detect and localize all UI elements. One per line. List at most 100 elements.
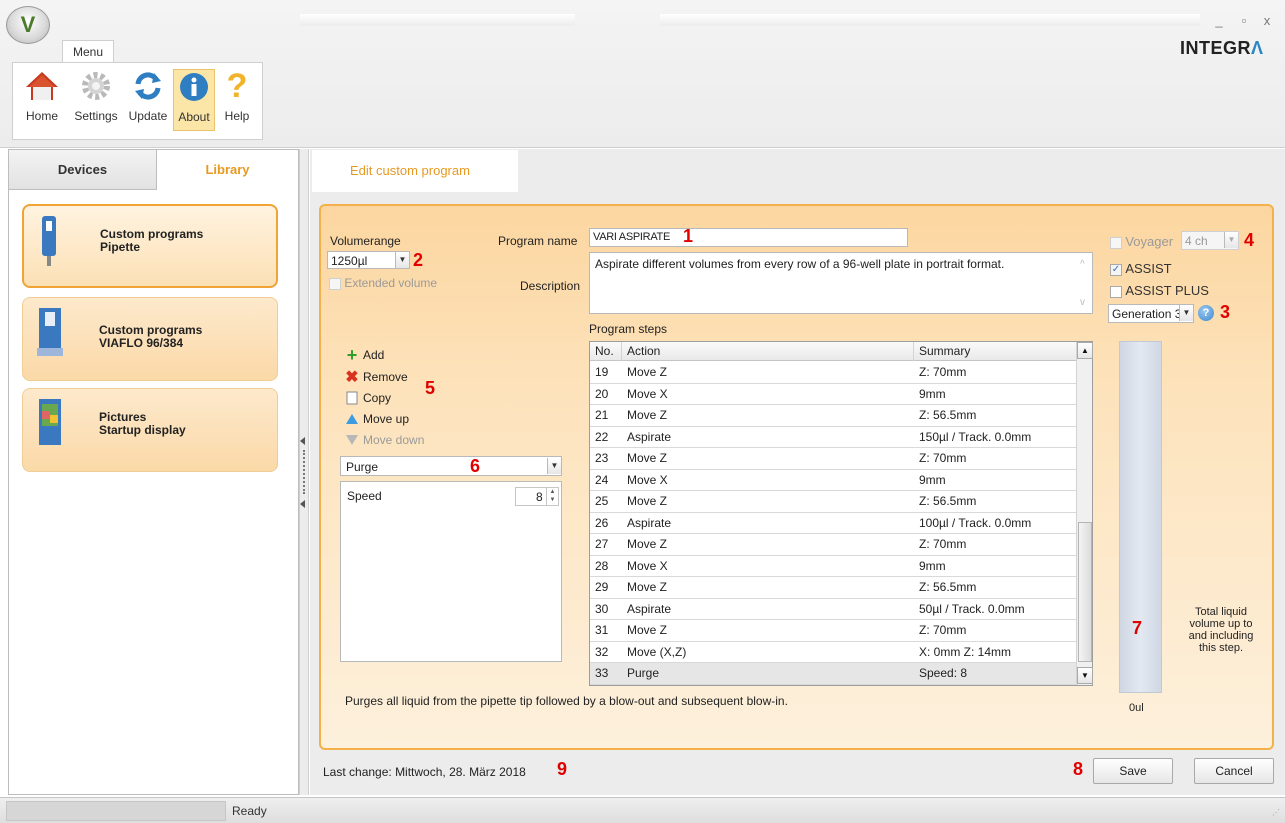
cell-summary: Z: 56.5mm	[919, 494, 977, 508]
library-card-pictures[interactable]: Pictures Startup display	[22, 388, 278, 472]
add-step-button[interactable]: + Add	[345, 344, 385, 365]
close-button[interactable]: x	[1258, 14, 1276, 28]
column-summary[interactable]: Summary	[914, 342, 1076, 361]
stepper-arrows-icon[interactable]: ▲ ▼	[546, 488, 558, 505]
cell-no: 22	[595, 429, 609, 444]
table-row[interactable]: 33 Purge Speed: 8	[590, 663, 1076, 685]
table-row[interactable]: 31 Move Z Z: 70mm	[590, 620, 1076, 642]
cell-action: Move X	[627, 558, 668, 573]
description-label: Description	[520, 279, 581, 293]
cell-summary: Speed: 8	[919, 666, 968, 680]
collapse-left-icon[interactable]	[300, 437, 305, 445]
annotation-2: 2	[413, 250, 424, 270]
ribbon-home-button[interactable]: Home	[17, 69, 67, 131]
tab-library[interactable]: Library	[157, 150, 298, 190]
voyager-checkbox[interactable]: Voyager	[1110, 234, 1173, 249]
generation-select[interactable]: Generation 3 ▼	[1108, 304, 1194, 323]
table-row[interactable]: 30 Aspirate 50µl / Track. 0.0mm	[590, 599, 1076, 620]
program-steps-table: No. Action Summary 19 Move Z Z: 70mm 20 Move…	[589, 341, 1093, 686]
remove-step-button[interactable]: ✖ Remove	[345, 368, 407, 386]
tab-edit-custom-program[interactable]: Edit custom program	[312, 150, 518, 192]
resize-grip-icon[interactable]: ⋰	[1272, 808, 1280, 817]
table-row[interactable]: 29 Move Z Z: 56.5mm	[590, 577, 1076, 599]
ribbon-group: Home Settings Update About ? Help	[12, 62, 263, 140]
cell-action: Move Z	[627, 580, 668, 594]
table-row[interactable]: 28 Move X 9mm	[590, 556, 1076, 577]
table-row[interactable]: 25 Move Z Z: 56.5mm	[590, 491, 1076, 513]
table-row[interactable]: 26 Aspirate 100µl / Track. 0.0mm	[590, 513, 1076, 534]
ribbon-help-button[interactable]: ? Help	[217, 67, 257, 131]
scroll-up-arrow-icon[interactable]: ▲	[1077, 342, 1093, 359]
table-row[interactable]: 20 Move X 9mm	[590, 384, 1076, 405]
checkbox-box	[1110, 285, 1122, 298]
ribbon-settings-button[interactable]: Settings	[68, 69, 124, 131]
cell-summary: 9mm	[919, 472, 946, 487]
brand-logo: INTEGRΛ	[1180, 38, 1264, 59]
cancel-button[interactable]: Cancel	[1194, 758, 1274, 784]
chevron-down-icon: ▼	[1179, 305, 1193, 321]
minimize-button[interactable]: _	[1210, 14, 1228, 28]
help-icon[interactable]: ?	[1198, 305, 1214, 321]
title-decoration	[300, 14, 575, 26]
ribbon-label: Help	[224, 109, 250, 123]
copy-step-button[interactable]: Copy	[345, 389, 391, 407]
table-row[interactable]: 24 Move X 9mm	[590, 470, 1076, 491]
cell-no: 31	[595, 623, 609, 637]
copy-label: Copy	[363, 391, 392, 405]
tab-devices[interactable]: Devices	[9, 150, 157, 190]
step-type-value: Purge	[346, 460, 379, 474]
last-change: Last change: Mittwoch, 28. März 2018	[323, 765, 526, 779]
info-icon	[177, 70, 211, 104]
table-row[interactable]: 32 Move (X,Z) X: 0mm Z: 14mm	[590, 642, 1076, 663]
cell-action: Move Z	[627, 537, 668, 551]
voyager-label: Voyager	[1125, 234, 1174, 249]
cell-action: Move X	[627, 472, 668, 487]
column-action[interactable]: Action	[622, 342, 914, 361]
collapse-left-icon[interactable]	[300, 500, 305, 508]
plus-icon: +	[346, 344, 358, 365]
save-button[interactable]: Save	[1093, 758, 1173, 784]
scrollbar-thumb[interactable]	[1078, 522, 1092, 662]
move-down-button[interactable]: Move down	[345, 431, 424, 449]
extended-volume-checkbox[interactable]: Extended volume	[329, 276, 437, 290]
program-name-input[interactable]: VARI ASPIRATE	[589, 228, 908, 247]
volumerange-select[interactable]: 1250µl ▼	[327, 251, 410, 269]
ribbon-about-button[interactable]: About	[173, 69, 215, 131]
table-row[interactable]: 22 Aspirate 150µl / Track. 0.0mm	[590, 427, 1076, 448]
speed-stepper[interactable]: 8 ▲ ▼	[515, 487, 559, 506]
table-scrollbar[interactable]: ▲ ▼	[1076, 342, 1093, 685]
maximize-button[interactable]: ▫	[1235, 14, 1253, 28]
assist-plus-checkbox[interactable]: ASSIST PLUS	[1110, 283, 1209, 298]
table-row[interactable]: 19 Move Z Z: 70mm	[590, 362, 1076, 384]
library-card-pipette[interactable]: Custom programs Pipette	[22, 204, 278, 288]
voyager-channels-select[interactable]: 4 ch ▼	[1181, 231, 1239, 250]
scroll-down-icon[interactable]: v	[1080, 297, 1085, 308]
menu-tab[interactable]: Menu	[62, 40, 114, 62]
step-parameters-panel: Speed 8 ▲ ▼	[340, 481, 562, 662]
step-type-select[interactable]: Purge ▼	[340, 456, 562, 476]
ribbon-update-button[interactable]: Update	[124, 69, 172, 131]
scroll-down-arrow-icon[interactable]: ▼	[1077, 667, 1093, 684]
ribbon-label: Settings	[74, 109, 118, 123]
cell-action: Move Z	[627, 365, 668, 379]
column-no[interactable]: No.	[590, 342, 622, 361]
description-textarea[interactable]: Aspirate different volumes from every ro…	[589, 252, 1093, 314]
voyager-channels-value: 4 ch	[1185, 234, 1208, 248]
annotation-3: 3	[1220, 302, 1231, 322]
cell-no: 33	[595, 666, 609, 680]
checkbox-box	[329, 277, 341, 290]
table-header: No. Action Summary	[590, 342, 1076, 361]
app-logo-button[interactable]: V	[6, 6, 50, 44]
last-change-label: Last change:	[323, 765, 392, 779]
move-up-button[interactable]: Move up	[345, 410, 409, 428]
pipette-icon	[36, 216, 62, 266]
chevron-down-icon: ▼	[395, 252, 409, 268]
cell-summary: Z: 56.5mm	[919, 408, 977, 422]
cell-no: 20	[595, 386, 609, 401]
table-row[interactable]: 27 Move Z Z: 70mm	[590, 534, 1076, 556]
scroll-up-icon[interactable]: ^	[1080, 259, 1085, 270]
table-row[interactable]: 23 Move Z Z: 70mm	[590, 448, 1076, 470]
assist-checkbox[interactable]: ✓ ASSIST	[1110, 261, 1172, 276]
library-card-viaflo[interactable]: Custom programs VIAFLO 96/384	[22, 297, 278, 381]
table-row[interactable]: 21 Move Z Z: 56.5mm	[590, 405, 1076, 427]
